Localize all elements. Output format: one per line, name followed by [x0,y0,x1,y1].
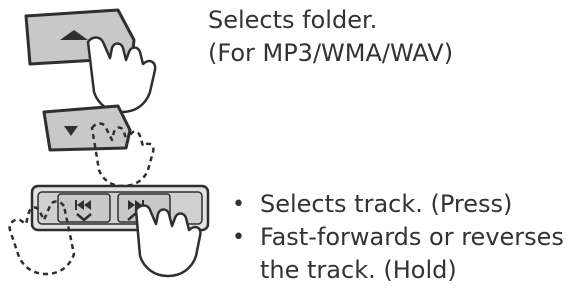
folder-down-button[interactable] [42,104,132,152]
folder-description-line-1: Selects folder. [208,6,378,34]
pressing-hand-icon [86,36,157,114]
folder-description-line-2: (For MP3/WMA/WAV) [208,39,454,67]
bullet-dot: • [232,192,245,217]
track-bullet-list: • Selects track. (Press) • Fast-forwards… [232,188,564,287]
list-item: • Fast-forwards or reverses the track. (… [232,221,564,287]
list-item: • Selects track. (Press) [232,188,564,221]
bullet-dot: • [232,225,245,250]
bullet-text: Fast-forwards or reverses [260,223,564,251]
folder-description: Selects folder. (For MP3/WMA/WAV) [208,4,453,70]
bullet-text: Selects track. (Press) [260,190,513,218]
bullet-text: the track. (Hold) [260,256,457,284]
